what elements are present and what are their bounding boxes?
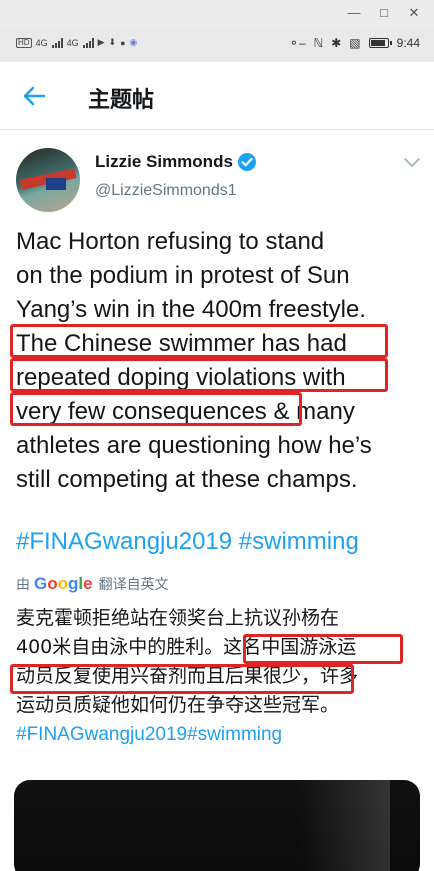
translated-text: 麦克霍顿拒绝站在领奖台上抗议孙杨在 400米自由泳中的胜利。这名中国游泳运 动员…	[16, 604, 428, 749]
translation-line: 动员反复使用兴奋剂而且后果很少，许多	[16, 665, 359, 687]
tweet-line: repeated doping violations with	[16, 364, 346, 391]
network-label-1: 4G	[35, 37, 48, 48]
chevron-down-icon[interactable]	[402, 155, 422, 169]
tweet-line: Mac Horton refusing to stand	[16, 228, 325, 255]
translation-line: 运动员质疑他如何仍在争夺这些冠军。	[16, 694, 340, 716]
battery-icon	[368, 38, 392, 48]
translation-line: 400米自由泳中的胜利。这名中国游泳运	[16, 636, 357, 658]
network-label-2: 4G	[66, 37, 79, 48]
sim1-badge: HD	[16, 37, 32, 48]
hashtag-links[interactable]: #FINAGwangju2019 #swimming	[16, 528, 359, 556]
bluetooth-icon: ✱	[331, 36, 342, 50]
translate-suffix: 翻译自英文	[98, 576, 169, 592]
translate-prefix: 由	[16, 576, 30, 592]
google-logo: Google	[34, 574, 93, 593]
page-title: 主题帖	[88, 87, 155, 112]
window-titlebar: — □ ✕	[0, 0, 434, 28]
status-bar: HD 4G 4G ▶ ⬇ ● ◉ ⚬– ℕ ✱ ▧ 9:44	[0, 28, 434, 62]
tweet-line: athletes are questioning how he’s	[16, 432, 372, 459]
clock: 9:44	[396, 36, 420, 50]
tweet-line: still competing at these champs.	[16, 466, 358, 493]
translation-attribution: 由 Google 翻译自英文	[16, 574, 169, 594]
signal-icon-2	[82, 37, 94, 48]
maximize-icon[interactable]: □	[376, 5, 392, 21]
back-arrow-icon[interactable]	[20, 82, 48, 110]
minimize-icon[interactable]: —	[346, 5, 362, 21]
key-icon: ⚬–	[288, 36, 306, 50]
nfc-icon: ℕ	[313, 36, 324, 50]
status-left: HD 4G 4G ▶ ⬇ ● ◉	[16, 37, 137, 48]
signal-icon	[51, 37, 63, 48]
tweet-line: The Chinese swimmer has had	[16, 330, 347, 357]
tweet-line: Yang’s win in the 400m freestyle.	[16, 296, 366, 323]
wechat-icon: ●	[120, 37, 126, 48]
download-icon: ⬇	[108, 37, 117, 47]
status-right: ⚬– ℕ ✱ ▧ 9:44	[289, 36, 420, 50]
tweet-text: Mac Horton refusing to stand on the podi…	[16, 225, 428, 497]
author-handle[interactable]: @LizzieSimmonds1	[95, 182, 237, 200]
translation-hashtags[interactable]: #FINAGwangju2019#swimming	[16, 720, 428, 749]
tweet-line: very few consequences & many	[16, 398, 355, 425]
translation-line: 麦克霍顿拒绝站在领奖台上抗议孙杨在	[16, 607, 340, 629]
author-name[interactable]: Lizzie Simmonds	[95, 152, 233, 172]
play-icon: ▶	[97, 37, 105, 47]
media-preview[interactable]	[14, 780, 420, 871]
tweet-line: on the podium in protest of Sun	[16, 262, 350, 289]
close-icon[interactable]: ✕	[406, 5, 422, 21]
avatar[interactable]	[16, 148, 80, 212]
app-bar: 主题帖	[0, 62, 434, 130]
app-icon: ◉	[129, 37, 138, 47]
vibrate-icon: ▧	[349, 36, 361, 50]
verified-badge-icon	[238, 153, 256, 171]
